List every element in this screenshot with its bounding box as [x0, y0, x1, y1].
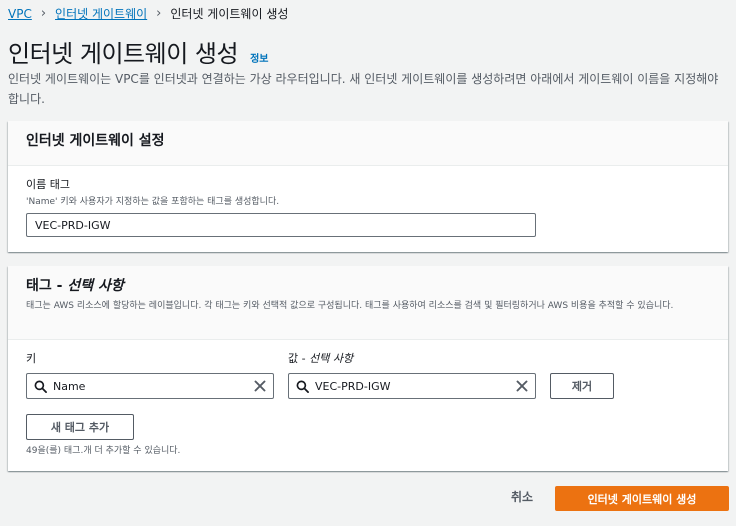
tags-panel: 태그 - 선택 사항 태그는 AWS 리소스에 할당하는 레이블입니다. 각 태…	[8, 266, 728, 471]
breadcrumb-current: 인터넷 게이트웨이 생성	[170, 7, 289, 21]
title-row: 인터넷 게이트웨이 생성 정보	[8, 34, 268, 69]
name-tag-description: 'Name' 키와 사용자가 지정하는 값을 포함하는 태그를 생성합니다.	[26, 197, 280, 207]
key-input[interactable]: Name	[26, 373, 274, 399]
panel-title: 태그 - 선택 사항	[26, 278, 124, 294]
remove-tag-button[interactable]: 제거	[550, 373, 614, 399]
page-description: 인터넷 게이트웨이는 VPC를 인터넷과 연결하는 가상 라우터입니다. 새 인…	[8, 72, 719, 106]
panel-title: 인터넷 게이트웨이 설정	[26, 133, 165, 149]
breadcrumb-vpc[interactable]: VPC	[8, 7, 32, 21]
name-tag-value: VEC-PRD-IGW	[35, 218, 111, 232]
add-tag-button[interactable]: 새 태그 추가	[26, 414, 134, 440]
name-tag-label: 이름 태그	[26, 178, 70, 191]
chevron-right-icon: ›	[156, 6, 162, 21]
page-title: 인터넷 게이트웨이 생성	[8, 40, 239, 68]
search-icon	[289, 380, 315, 393]
close-icon[interactable]	[247, 380, 273, 392]
tags-description: 태그는 AWS 리소스에 할당하는 레이블입니다. 각 태그는 키와 선택적 값…	[26, 301, 674, 311]
value-input[interactable]: VEC-PRD-IGW	[288, 373, 536, 399]
cancel-button[interactable]: 취소	[511, 488, 533, 505]
key-label: 키	[26, 352, 37, 365]
breadcrumb: VPC › 인터넷 게이트웨이 › 인터넷 게이트웨이 생성	[8, 5, 288, 22]
info-link[interactable]: 정보	[250, 50, 268, 65]
close-icon[interactable]	[509, 380, 535, 392]
gateway-settings-panel: 인터넷 게이트웨이 설정 이름 태그 'Name' 키와 사용자가 지정하는 값…	[8, 121, 728, 252]
name-tag-input[interactable]: VEC-PRD-IGW	[26, 213, 536, 237]
search-icon	[27, 380, 53, 393]
key-value: Name	[53, 379, 86, 393]
remaining-tags-text: 49을(를) 태그.개 더 추가할 수 있습니다.	[26, 446, 181, 456]
create-internet-gateway-button[interactable]: 인터넷 게이트웨이 생성	[555, 486, 729, 511]
panel-header: 태그 - 선택 사항 태그는 AWS 리소스에 할당하는 레이블입니다. 각 태…	[8, 266, 728, 340]
chevron-right-icon: ›	[40, 6, 47, 21]
value-value: VEC-PRD-IGW	[315, 379, 391, 393]
value-label: 값 - 선택 사항	[288, 352, 354, 365]
panel-header: 인터넷 게이트웨이 설정	[8, 121, 728, 166]
breadcrumb-internet-gateways[interactable]: 인터넷 게이트웨이	[55, 5, 147, 22]
